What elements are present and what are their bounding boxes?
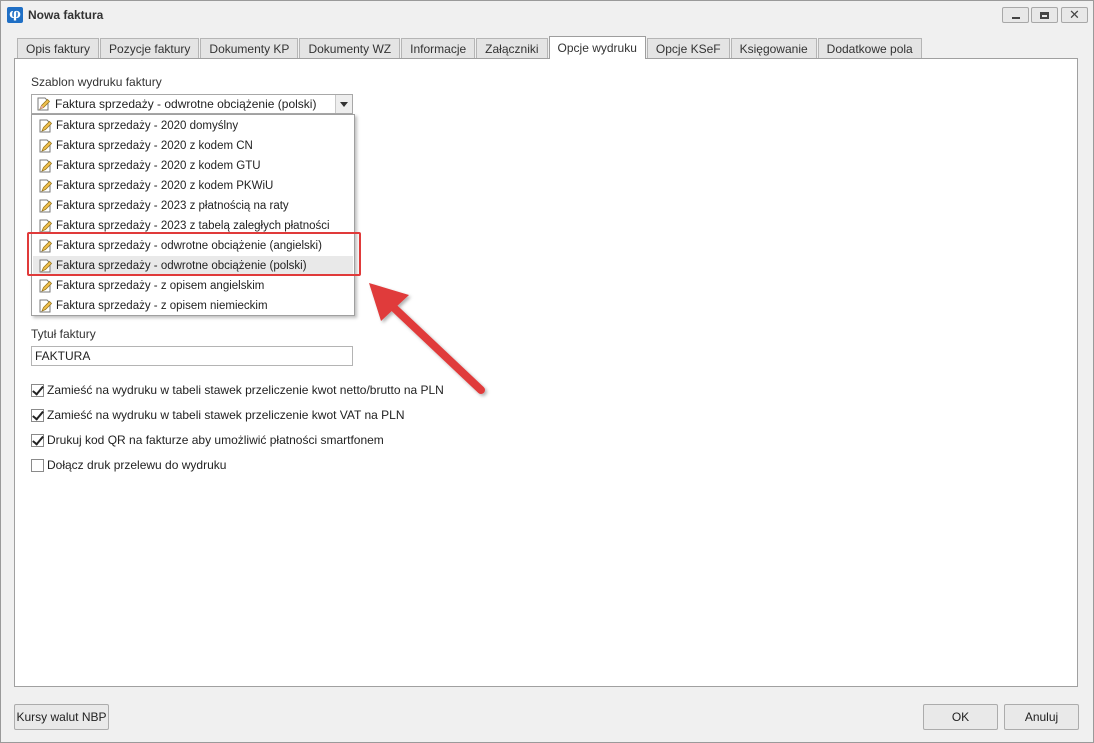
template-dropdown-list: Faktura sprzedaży - 2020 domyślny Faktur… — [31, 114, 355, 316]
minimize-icon — [1011, 16, 1020, 19]
close-button[interactable]: ✕ — [1061, 7, 1088, 23]
template-select-value: Faktura sprzedaży - odwrotne obciążenie … — [55, 97, 317, 111]
tab-ksiegowanie[interactable]: Księgowanie — [730, 38, 817, 59]
tab-opis-faktury[interactable]: Opis faktury — [17, 38, 100, 59]
document-edit-icon — [39, 159, 53, 173]
invoice-title-label: Tytuł faktury — [31, 327, 96, 341]
tab-opcje-wydruku[interactable]: Opcje wydruku — [548, 36, 646, 59]
tab-zalaczniki[interactable]: Załączniki — [476, 38, 548, 59]
app-logo-icon: φ — [7, 7, 23, 23]
tab-bar: Opis faktury Pozycje faktury Dokumenty K… — [17, 36, 923, 59]
document-edit-icon — [39, 179, 53, 193]
template-option-label: Faktura sprzedaży - 2023 z płatnością na… — [56, 200, 289, 212]
template-label: Szablon wydruku faktury — [31, 75, 162, 89]
template-option[interactable]: Faktura sprzedaży - 2020 z kodem PKWiU — [33, 176, 353, 196]
highlight-box — [27, 232, 361, 276]
template-option-label: Faktura sprzedaży - 2020 z kodem GTU — [56, 160, 261, 172]
nbp-rates-button[interactable]: Kursy walut NBP — [14, 704, 109, 730]
tab-dodatkowe-pola[interactable]: Dodatkowe pola — [817, 38, 922, 59]
dropdown-button[interactable] — [335, 95, 352, 113]
tab-informacje[interactable]: Informacje — [401, 38, 476, 59]
template-select[interactable]: Faktura sprzedaży - odwrotne obciążenie … — [31, 94, 353, 114]
template-option[interactable]: Faktura sprzedaży - z opisem niemieckim — [33, 296, 353, 316]
document-edit-icon — [39, 299, 53, 313]
close-icon: ✕ — [1069, 7, 1080, 22]
invoice-window: φ Nowa faktura ✕ Opis faktury Pozycje fa… — [0, 0, 1094, 743]
checkbox-row-qr-code[interactable]: Drukuj kod QR na fakturze aby umożliwić … — [31, 432, 384, 448]
template-option-label: Faktura sprzedaży - 2020 z kodem CN — [56, 140, 253, 152]
tab-pozycje-faktury[interactable]: Pozycje faktury — [100, 38, 200, 59]
title-bar: φ Nowa faktura ✕ — [1, 1, 1093, 29]
checkbox[interactable] — [31, 433, 44, 447]
maximize-icon — [1040, 11, 1049, 19]
document-edit-icon — [39, 119, 53, 133]
template-option-label: Faktura sprzedaży - z opisem angielskim — [56, 280, 265, 292]
checkbox-label: Zamieść na wydruku w tabeli stawek przel… — [47, 408, 405, 422]
template-option-label: Faktura sprzedaży - z opisem niemieckim — [56, 300, 268, 312]
tab-dokumenty-wz[interactable]: Dokumenty WZ — [299, 38, 401, 59]
maximize-button[interactable] — [1031, 7, 1058, 23]
cancel-button[interactable]: Anuluj — [1004, 704, 1079, 730]
template-option-label: Faktura sprzedaży - 2023 z tabelą zaległ… — [56, 220, 330, 232]
minimize-button[interactable] — [1002, 7, 1029, 23]
document-edit-icon — [39, 279, 53, 293]
document-edit-icon — [39, 199, 53, 213]
template-option-label: Faktura sprzedaży - 2020 z kodem PKWiU — [56, 180, 274, 192]
checkbox[interactable] — [31, 408, 44, 422]
checkbox-label: Drukuj kod QR na fakturze aby umożliwić … — [47, 433, 384, 447]
template-option[interactable]: Faktura sprzedaży - 2020 domyślny — [33, 116, 353, 136]
ok-button[interactable]: OK — [923, 704, 998, 730]
checkbox-row-netto-brutto-pln[interactable]: Zamieść na wydruku w tabeli stawek przel… — [31, 382, 444, 398]
window-title: Nowa faktura — [28, 8, 104, 22]
invoice-title-input[interactable]: FAKTURA — [31, 346, 353, 366]
document-edit-icon — [37, 97, 51, 111]
template-option-label: Faktura sprzedaży - 2020 domyślny — [56, 120, 239, 132]
checkbox-row-transfer-slip[interactable]: Dołącz druk przelewu do wydruku — [31, 457, 226, 473]
template-option[interactable]: Faktura sprzedaży - 2023 z płatnością na… — [33, 196, 353, 216]
document-edit-icon — [39, 139, 53, 153]
template-option[interactable]: Faktura sprzedaży - z opisem angielskim — [33, 276, 353, 296]
checkbox-label: Zamieść na wydruku w tabeli stawek przel… — [47, 383, 444, 397]
tab-dokumenty-kp[interactable]: Dokumenty KP — [200, 38, 299, 59]
checkbox-label: Dołącz druk przelewu do wydruku — [47, 458, 227, 472]
chevron-down-icon — [340, 101, 348, 107]
tab-opcje-ksef[interactable]: Opcje KSeF — [646, 38, 730, 59]
template-option[interactable]: Faktura sprzedaży - 2020 z kodem CN — [33, 136, 353, 156]
checkbox-row-vat-pln[interactable]: Zamieść na wydruku w tabeli stawek przel… — [31, 407, 404, 423]
template-option[interactable]: Faktura sprzedaży - 2020 z kodem GTU — [33, 156, 353, 176]
checkbox[interactable] — [31, 458, 44, 472]
checkbox[interactable] — [31, 383, 44, 397]
